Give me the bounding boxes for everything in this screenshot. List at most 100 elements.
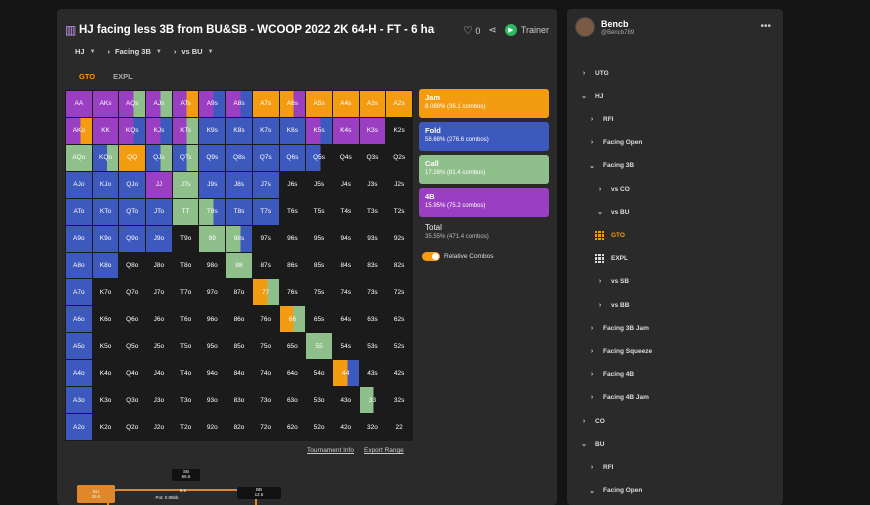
range-cell[interactable]: K2s: [386, 117, 412, 144]
range-cell[interactable]: QJo: [119, 171, 146, 198]
range-cell[interactable]: AQs: [119, 91, 146, 117]
tree-item[interactable]: GTO: [595, 229, 625, 241]
range-cell[interactable]: K6s: [279, 117, 306, 144]
range-cell[interactable]: A2s: [386, 91, 412, 117]
range-cell[interactable]: 77: [252, 279, 279, 306]
range-cell[interactable]: K7o: [92, 279, 119, 306]
range-cell[interactable]: JJ: [146, 171, 172, 198]
range-cell[interactable]: T9s: [199, 198, 226, 225]
range-cell[interactable]: T3s: [359, 198, 386, 225]
tree-item[interactable]: ⌄ HJ: [579, 90, 603, 102]
tree-item[interactable]: ⌄ Facing Open: [587, 485, 642, 497]
range-cell[interactable]: 74o: [252, 360, 279, 387]
range-cell[interactable]: A9s: [199, 91, 226, 117]
legend-jam[interactable]: Jam 8.088% (36.1 combos): [419, 89, 549, 118]
range-cell[interactable]: 53o: [306, 387, 332, 414]
range-cell[interactable]: AA: [66, 91, 92, 117]
tree-item[interactable]: EXPL: [595, 253, 628, 265]
range-cell[interactable]: 54o: [306, 360, 332, 387]
range-cell[interactable]: 32o: [359, 414, 386, 440]
range-cell[interactable]: 44: [332, 360, 359, 387]
range-cell[interactable]: 92s: [386, 225, 412, 252]
range-cell[interactable]: KJs: [146, 117, 172, 144]
range-cell[interactable]: J5o: [146, 333, 172, 360]
range-cell[interactable]: K9s: [199, 117, 226, 144]
tree-item[interactable]: ⌄ vs BU: [595, 206, 629, 218]
range-cell[interactable]: 97s: [252, 225, 279, 252]
range-cell[interactable]: KQo: [92, 144, 119, 171]
range-cell[interactable]: ATo: [66, 198, 92, 225]
range-cell[interactable]: 75o: [252, 333, 279, 360]
more-menu-icon[interactable]: •••: [760, 21, 771, 32]
tree-item[interactable]: › vs CO: [595, 183, 630, 195]
range-cell[interactable]: T6o: [172, 306, 199, 333]
range-cell[interactable]: J2s: [386, 171, 412, 198]
range-cell[interactable]: AJs: [146, 91, 172, 117]
range-cell[interactable]: A9o: [66, 225, 92, 252]
range-cell[interactable]: A4o: [66, 360, 92, 387]
tree-item[interactable]: ⌄ Facing 3B: [587, 160, 634, 172]
range-cell[interactable]: A4s: [332, 91, 359, 117]
range-cell[interactable]: J6s: [279, 171, 306, 198]
range-cell[interactable]: 33: [359, 387, 386, 414]
range-cell[interactable]: QQ: [119, 144, 146, 171]
range-cell[interactable]: 64s: [332, 306, 359, 333]
range-cell[interactable]: Q9o: [119, 225, 146, 252]
range-cell[interactable]: T2s: [386, 198, 412, 225]
range-cell[interactable]: 63s: [359, 306, 386, 333]
range-cell[interactable]: 87o: [226, 279, 252, 306]
range-cell[interactable]: 83s: [359, 252, 386, 279]
breadcrumb-situation[interactable]: › Facing 3B ▼: [108, 47, 162, 56]
range-cell[interactable]: A6s: [279, 91, 306, 117]
export-range-link[interactable]: Export Range: [364, 447, 404, 454]
range-cell[interactable]: K3s: [359, 117, 386, 144]
range-cell[interactable]: A5s: [306, 91, 332, 117]
breadcrumb-position[interactable]: HJ ▼: [75, 47, 96, 56]
range-cell[interactable]: K5s: [306, 117, 332, 144]
range-cell[interactable]: Q8s: [226, 144, 252, 171]
range-cell[interactable]: T4s: [332, 198, 359, 225]
tree-item[interactable]: › vs BB: [595, 299, 630, 311]
range-cell[interactable]: 95s: [306, 225, 332, 252]
range-cell[interactable]: K7s: [252, 117, 279, 144]
like-button[interactable]: ♡ 0: [463, 24, 480, 37]
range-cell[interactable]: J7o: [146, 279, 172, 306]
range-cell[interactable]: J5s: [306, 171, 332, 198]
tree-item[interactable]: › UTG: [579, 67, 609, 79]
range-cell[interactable]: A2o: [66, 414, 92, 440]
range-cell[interactable]: 72o: [252, 414, 279, 440]
range-cell[interactable]: J8o: [146, 252, 172, 279]
tree-item[interactable]: › vs SB: [595, 276, 629, 288]
share-icon[interactable]: ⋖: [488, 25, 496, 36]
range-cell[interactable]: T6s: [279, 198, 306, 225]
trainer-button[interactable]: ▶ Trainer: [504, 24, 549, 36]
range-cell[interactable]: 93s: [359, 225, 386, 252]
range-cell[interactable]: 72s: [386, 279, 412, 306]
range-cell[interactable]: A7s: [252, 91, 279, 117]
tournament-info-link[interactable]: Tournament Info: [307, 447, 354, 454]
tree-item[interactable]: › RFI: [587, 461, 614, 473]
tree-item[interactable]: › Facing Open: [587, 137, 643, 149]
range-cell[interactable]: 84s: [332, 252, 359, 279]
range-cell[interactable]: K3o: [92, 387, 119, 414]
range-cell[interactable]: T8s: [226, 198, 252, 225]
range-cell[interactable]: 65s: [306, 306, 332, 333]
range-cell[interactable]: Q7s: [252, 144, 279, 171]
range-cell[interactable]: J4o: [146, 360, 172, 387]
range-cell[interactable]: J3o: [146, 387, 172, 414]
range-cell[interactable]: 62o: [279, 414, 306, 440]
range-cell[interactable]: Q5s: [306, 144, 332, 171]
range-cell[interactable]: A3o: [66, 387, 92, 414]
range-cell[interactable]: ATs: [172, 91, 199, 117]
range-cell[interactable]: 95o: [199, 333, 226, 360]
range-cell[interactable]: 99: [199, 225, 226, 252]
range-cell[interactable]: A3s: [359, 91, 386, 117]
tree-item[interactable]: › Facing 3B Jam: [587, 322, 649, 334]
range-cell[interactable]: QJs: [146, 144, 172, 171]
range-cell[interactable]: JTs: [172, 171, 199, 198]
range-cell[interactable]: 85s: [306, 252, 332, 279]
range-cell[interactable]: 96o: [199, 306, 226, 333]
range-cell[interactable]: 83o: [226, 387, 252, 414]
tree-item[interactable]: ⌄ BU: [579, 438, 604, 450]
range-cell[interactable]: A5o: [66, 333, 92, 360]
